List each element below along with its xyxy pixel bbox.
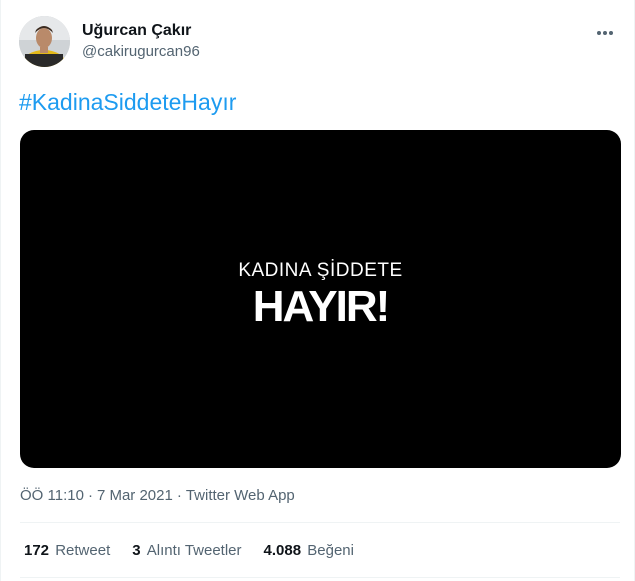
meta-separator: · [176,487,182,504]
avatar[interactable] [19,16,70,67]
more-dots-icon [596,23,614,41]
quote-tweets-stat[interactable]: 3 Alıntı Tweetler [132,542,241,560]
tweet-header: Uğurcan Çakır @cakirugurcan96 [19,16,620,68]
quote-tweets-count: 3 [132,542,141,559]
media-text-line1: KADINA ŞİDDETE [238,260,403,281]
tweet-time: ÖÖ 11:10 [20,487,84,504]
retweets-label: Retweet [55,542,111,559]
hashtag-link[interactable]: #KadinaSiddeteHayır [19,88,236,116]
tweet-media-video[interactable]: KADINA ŞİDDETE HAYIR! [20,130,621,468]
divider [20,522,620,523]
likes-count: 4.088 [263,542,302,559]
likes-stat[interactable]: 4.088 Beğeni [264,542,354,560]
tweet-time-link[interactable]: ÖÖ 11:10 · 7 Mar 2021 [20,487,173,504]
display-name[interactable]: Uğurcan Çakır [82,21,200,40]
media-text-line2: HAYIR! [252,282,391,331]
tweet-stats: 172 Retweet 3 Alıntı Tweetler 4.088 Beğe… [24,542,376,560]
divider [20,577,620,578]
tweet-meta: ÖÖ 11:10 · 7 Mar 2021 · Twitter Web App [20,487,295,505]
meta-separator: · [87,487,93,504]
author-names: Uğurcan Çakır @cakirugurcan96 [82,16,200,61]
tweet-source-link[interactable]: Twitter Web App [186,487,295,504]
retweets-stat[interactable]: 172 Retweet [24,542,110,560]
tweet-date: 7 Mar 2021 [96,487,173,504]
more-button[interactable] [590,22,620,42]
likes-label: Beğeni [307,542,354,559]
retweets-count: 172 [24,542,50,559]
quote-tweets-label: Alıntı Tweetler [146,542,242,559]
tweet-card: Uğurcan Çakır @cakirugurcan96 #KadinaSid… [0,0,635,581]
author-handle[interactable]: @cakirugurcan96 [82,42,200,61]
